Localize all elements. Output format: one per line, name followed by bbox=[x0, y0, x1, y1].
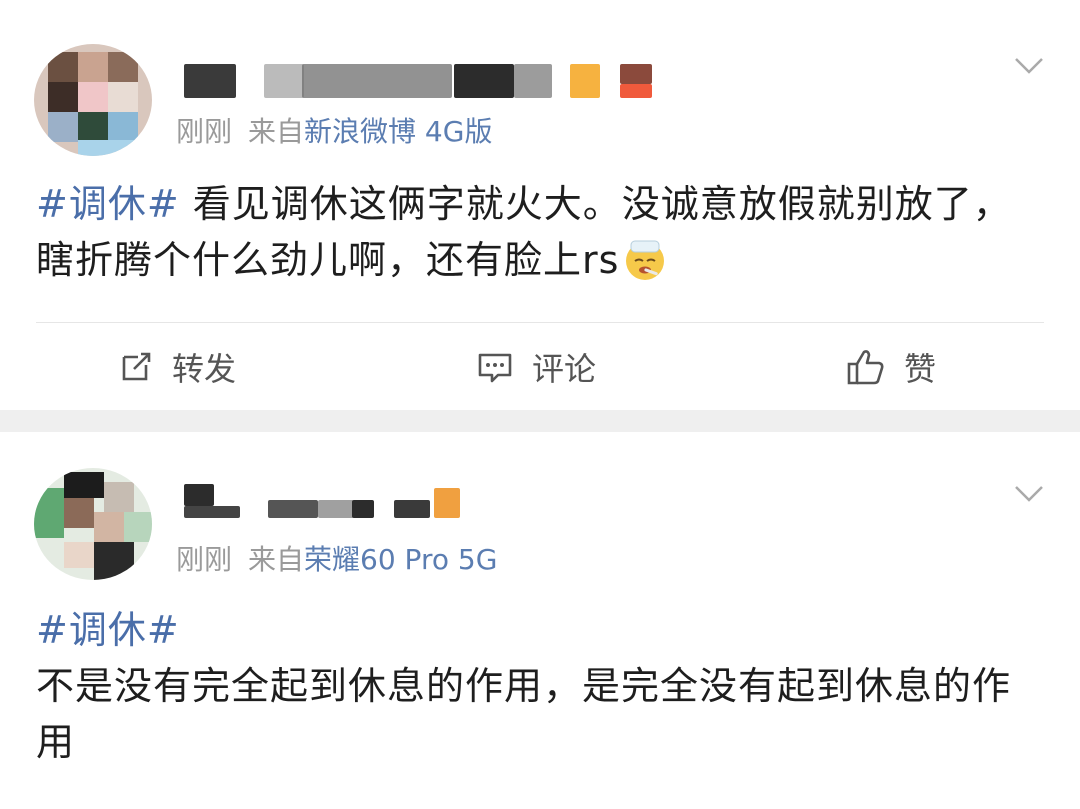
weibo-post: 刚刚 来自荣耀60 Pro 5G #调休# 不是没有完全起到休息的作用，是完全没有… bbox=[0, 432, 1080, 809]
source-prefix: 来自 bbox=[248, 543, 305, 576]
username-blurred[interactable] bbox=[184, 484, 484, 524]
post-text: #调休# 不是没有完全起到休息的作用，是完全没有起到休息的作用 bbox=[36, 602, 1046, 770]
repost-icon bbox=[122, 352, 151, 381]
repost-button[interactable]: 转发 bbox=[118, 344, 236, 390]
post-body: 看见调休这俩字就火大。没诚意放假就别放了，瞎折腾个什么劲儿啊，还有脸上rs bbox=[36, 182, 1012, 282]
comment-label: 评论 bbox=[532, 350, 597, 388]
weibo-post: 刚刚 来自新浪微博 4G版 #调休# 看见调休这俩字就火大。没诚意放假就别放了，瞎… bbox=[0, 0, 1080, 410]
comment-button[interactable]: 评论 bbox=[476, 344, 596, 390]
post-time: 刚刚 bbox=[176, 543, 233, 576]
post-meta: 刚刚 来自荣耀60 Pro 5G bbox=[176, 538, 497, 578]
chevron-down-icon[interactable] bbox=[1014, 56, 1044, 76]
chevron-down-icon[interactable] bbox=[1014, 484, 1044, 504]
post-text: #调休# 看见调休这俩字就火大。没诚意放假就别放了，瞎折腾个什么劲儿啊，还有脸上… bbox=[36, 176, 1046, 288]
post-body: 不是没有完全起到休息的作用，是完全没有起到休息的作用 bbox=[36, 664, 1012, 764]
username-blurred[interactable] bbox=[184, 64, 664, 104]
avatar[interactable] bbox=[34, 44, 152, 156]
avatar[interactable] bbox=[34, 468, 152, 580]
divider bbox=[36, 322, 1044, 323]
like-button[interactable]: 赞 bbox=[846, 344, 936, 390]
post-source[interactable]: 荣耀60 Pro 5G bbox=[304, 543, 497, 576]
post-source[interactable]: 新浪微博 4G版 bbox=[304, 115, 492, 148]
post-time: 刚刚 bbox=[176, 115, 233, 148]
hashtag-link[interactable]: #调休# bbox=[36, 602, 1046, 658]
like-label: 赞 bbox=[904, 350, 937, 388]
thumbs-up-icon bbox=[847, 350, 884, 385]
feed-separator bbox=[0, 410, 1080, 432]
hashtag-link[interactable]: #调休# bbox=[36, 182, 180, 226]
post-meta: 刚刚 来自新浪微博 4G版 bbox=[176, 110, 492, 150]
source-prefix: 来自 bbox=[248, 115, 305, 148]
sick-face-emoji-icon bbox=[626, 240, 665, 280]
comment-icon bbox=[478, 353, 512, 383]
repost-label: 转发 bbox=[172, 350, 237, 388]
